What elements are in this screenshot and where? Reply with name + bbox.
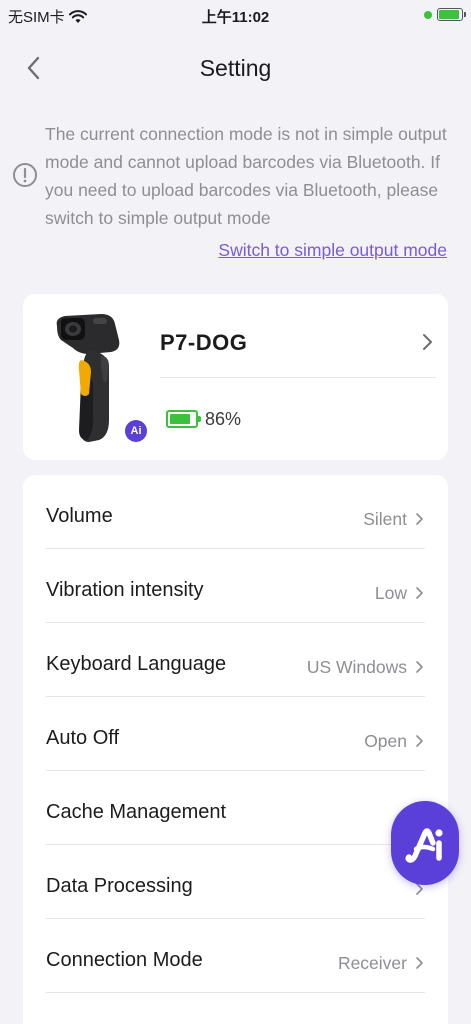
settings-row-label: Connection Mode (46, 949, 203, 971)
settings-row[interactable]: Vibration intensity Low (23, 549, 448, 623)
privacy-indicator-dot (424, 10, 432, 19)
device-card[interactable]: Ai P7-DOG 86% (23, 294, 448, 460)
chevron-right-icon (416, 513, 423, 525)
ai-badge-icon: Ai (125, 420, 147, 442)
settings-row-label: Cache Management (46, 801, 227, 823)
settings-row-label: Vibration intensity (46, 579, 204, 601)
battery-icon (437, 8, 466, 21)
chevron-right-icon (416, 735, 423, 747)
info-circle-icon (13, 163, 37, 187)
settings-row-label: Keyboard Language (46, 653, 227, 675)
settings-row-value: Silent (363, 509, 407, 529)
settings-row[interactable]: Volume Silent (23, 475, 448, 549)
battery-level-fill (439, 10, 460, 19)
settings-row[interactable]: Cache Management (23, 771, 448, 845)
device-name: P7-DOG (160, 330, 248, 355)
settings-row-value: Low (374, 583, 407, 603)
device-battery-fill (170, 414, 191, 424)
barcode-scanner-image (56, 314, 120, 442)
settings-row-label: Auto Off (46, 727, 120, 749)
ai-assistant-button[interactable] (391, 801, 459, 885)
system-indicators (424, 8, 466, 21)
chevron-right-icon (416, 957, 423, 969)
settings-row[interactable] (23, 993, 448, 1024)
chevron-right-icon (416, 587, 423, 599)
settings-row-label: Data Processing (46, 875, 193, 897)
settings-row[interactable]: Keyboard Language US Windows (23, 623, 448, 697)
page-title: Setting (199, 55, 272, 81)
divider (160, 377, 436, 378)
settings-row-value: Receiver (337, 953, 407, 973)
settings-row-value: US Windows (306, 657, 407, 677)
settings-row-value: Open (364, 731, 407, 751)
switch-to-simple-output-link[interactable]: Switch to simple output mode (218, 240, 447, 261)
navigation-bar: Setting (0, 44, 471, 94)
device-battery-percent: 86% (205, 409, 242, 429)
status-bar: 无SIM卡 上午11:02 (0, 0, 471, 32)
settings-list: Volume Silent Vibration intensity Low Keyboa… (23, 475, 448, 1024)
settings-row[interactable]: Connection Mode Receiver (23, 919, 448, 993)
notice-text: The current connection mode is not in si… (45, 124, 447, 228)
clock: 上午11:02 (201, 9, 270, 26)
ai-assistant-icon (405, 828, 443, 863)
settings-row[interactable]: Auto Off Open (23, 697, 448, 771)
device-battery-icon (166, 410, 201, 428)
chevron-right-icon (423, 334, 432, 350)
settings-screen: 无SIM卡 上午11:02 Setting The current connec… (0, 0, 471, 1024)
settings-row-label: Volume (46, 505, 113, 527)
settings-row[interactable]: Data Processing (23, 845, 448, 919)
chevron-right-icon (416, 661, 423, 673)
